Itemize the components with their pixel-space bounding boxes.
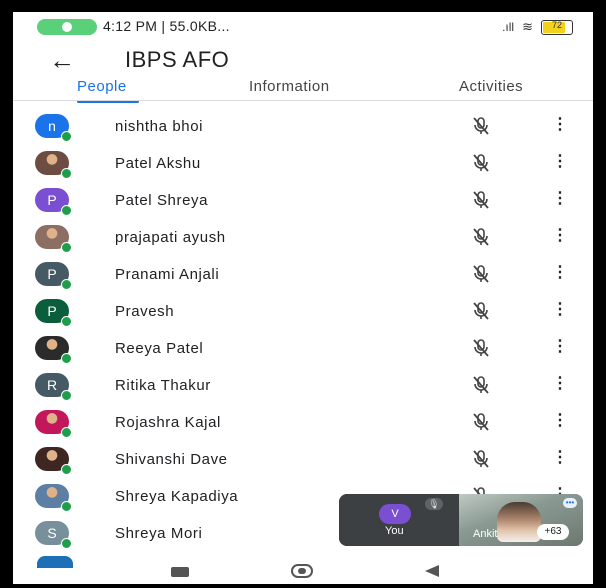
participant-video <box>497 502 541 542</box>
participant-name: Patel Akshu <box>115 155 201 172</box>
mic-off-icon[interactable] <box>469 262 493 286</box>
participant-row[interactable]: R Ritika Thakur ⋮ <box>13 367 593 404</box>
self-avatar: V <box>379 504 411 524</box>
participant-name: Pranami Anjali <box>115 266 220 283</box>
more-vert-icon[interactable]: ⋮ <box>552 450 568 466</box>
participant-name: Shivanshi Dave <box>115 451 228 468</box>
online-status-dot <box>61 316 72 327</box>
online-status-dot <box>61 427 72 438</box>
signal-icon: .ıll <box>502 20 515 34</box>
tab-people[interactable]: People <box>77 78 127 95</box>
more-vert-icon[interactable]: ⋮ <box>552 302 568 318</box>
participant-label: Ankit <box>473 528 498 540</box>
participant-row[interactable]: n nishtha bhoi ⋮ <box>13 108 593 145</box>
online-status-dot <box>61 390 72 401</box>
status-text: 4:12 PM | 55.0KB... <box>103 18 230 34</box>
online-status-dot <box>61 168 72 179</box>
mic-off-icon[interactable] <box>469 299 493 323</box>
mic-off-icon[interactable] <box>469 410 493 434</box>
self-label: You <box>385 525 404 537</box>
participant-row[interactable]: prajapati ayush ⋮ <box>13 219 593 256</box>
mic-off-icon[interactable] <box>469 373 493 397</box>
mic-off-icon[interactable] <box>469 188 493 212</box>
mic-off-icon[interactable] <box>469 151 493 175</box>
participant-row[interactable]: P Pravesh ⋮ <box>13 293 593 330</box>
participant-row[interactable]: Rojashra Kajal ⋮ <box>13 404 593 441</box>
tab-information[interactable]: Information <box>249 78 330 95</box>
home-button[interactable] <box>291 564 313 578</box>
tab-bar: People Information Activities <box>13 78 593 106</box>
arrow-left-icon[interactable]: ← <box>49 46 75 74</box>
online-status-dot <box>61 242 72 253</box>
wifi-icon: ≋ <box>522 19 533 34</box>
online-status-dot <box>61 131 72 142</box>
more-vert-icon[interactable]: ⋮ <box>552 117 568 133</box>
app-screen: 4:12 PM | 55.0KB... .ıll ≋ 72 ← IBPS AFO… <box>13 12 593 584</box>
participant-row[interactable]: P Pranami Anjali ⋮ <box>13 256 593 293</box>
battery-icon: 72 <box>541 19 573 35</box>
online-status-dot <box>61 538 72 549</box>
online-status-dot <box>61 501 72 512</box>
status-bar: 4:12 PM | 55.0KB... .ıll ≋ 72 <box>13 12 593 42</box>
participant-video-tile[interactable]: ••• Ankit +63 <box>459 494 583 546</box>
more-participants-badge[interactable]: +63 <box>537 524 569 540</box>
participant-name: Shreya Mori <box>115 525 203 542</box>
mic-icon <box>62 22 72 32</box>
battery-level: 72 <box>551 19 562 30</box>
back-button[interactable] <box>425 565 439 577</box>
participant-name: Ritika Thakur <box>115 377 211 394</box>
participant-name: Patel Shreya <box>115 192 209 209</box>
participant-name: Reeya Patel <box>115 340 204 357</box>
online-status-dot <box>61 353 72 364</box>
more-vert-icon[interactable]: ⋮ <box>552 413 568 429</box>
mic-off-icon: 🎙 <box>425 498 443 510</box>
participant-row[interactable]: Patel Akshu ⋮ <box>13 145 593 182</box>
mic-off-icon[interactable] <box>469 225 493 249</box>
participant-name: Pravesh <box>115 303 175 320</box>
more-vert-icon[interactable]: ⋮ <box>552 191 568 207</box>
more-vert-icon[interactable]: ⋮ <box>552 154 568 170</box>
tab-activities[interactable]: Activities <box>459 78 523 95</box>
more-horiz-icon[interactable]: ••• <box>563 498 577 508</box>
participant-row[interactable]: Shivanshi Dave ⋮ <box>13 441 593 478</box>
more-vert-icon[interactable]: ⋮ <box>552 228 568 244</box>
participant-row[interactable]: P Patel Shreya ⋮ <box>13 182 593 219</box>
ongoing-call-indicator[interactable] <box>37 19 97 35</box>
online-status-dot <box>61 464 72 475</box>
online-status-dot <box>61 279 72 290</box>
mic-off-icon[interactable] <box>469 447 493 471</box>
system-nav-bar <box>13 564 593 584</box>
participant-row[interactable]: Reeya Patel ⋮ <box>13 330 593 367</box>
status-icons: .ıll ≋ 72 <box>502 19 573 35</box>
page-title: IBPS AFO <box>125 47 230 72</box>
self-video-tile[interactable]: V You 🎙 <box>339 494 457 546</box>
participant-name: Shreya Kapadiya <box>115 488 239 505</box>
header-divider <box>13 100 593 101</box>
participant-name: nishtha bhoi <box>115 118 204 135</box>
more-vert-icon[interactable]: ⋮ <box>552 265 568 281</box>
online-status-dot <box>61 205 72 216</box>
video-tiles[interactable]: V You 🎙 ••• Ankit +63 <box>339 494 583 546</box>
mic-off-icon[interactable] <box>469 336 493 360</box>
more-vert-icon[interactable]: ⋮ <box>552 376 568 392</box>
mic-off-icon[interactable] <box>469 114 493 138</box>
recents-button[interactable] <box>171 567 189 577</box>
more-vert-icon[interactable]: ⋮ <box>552 339 568 355</box>
participant-name: Rojashra Kajal <box>115 414 221 431</box>
participant-name: prajapati ayush <box>115 229 226 246</box>
